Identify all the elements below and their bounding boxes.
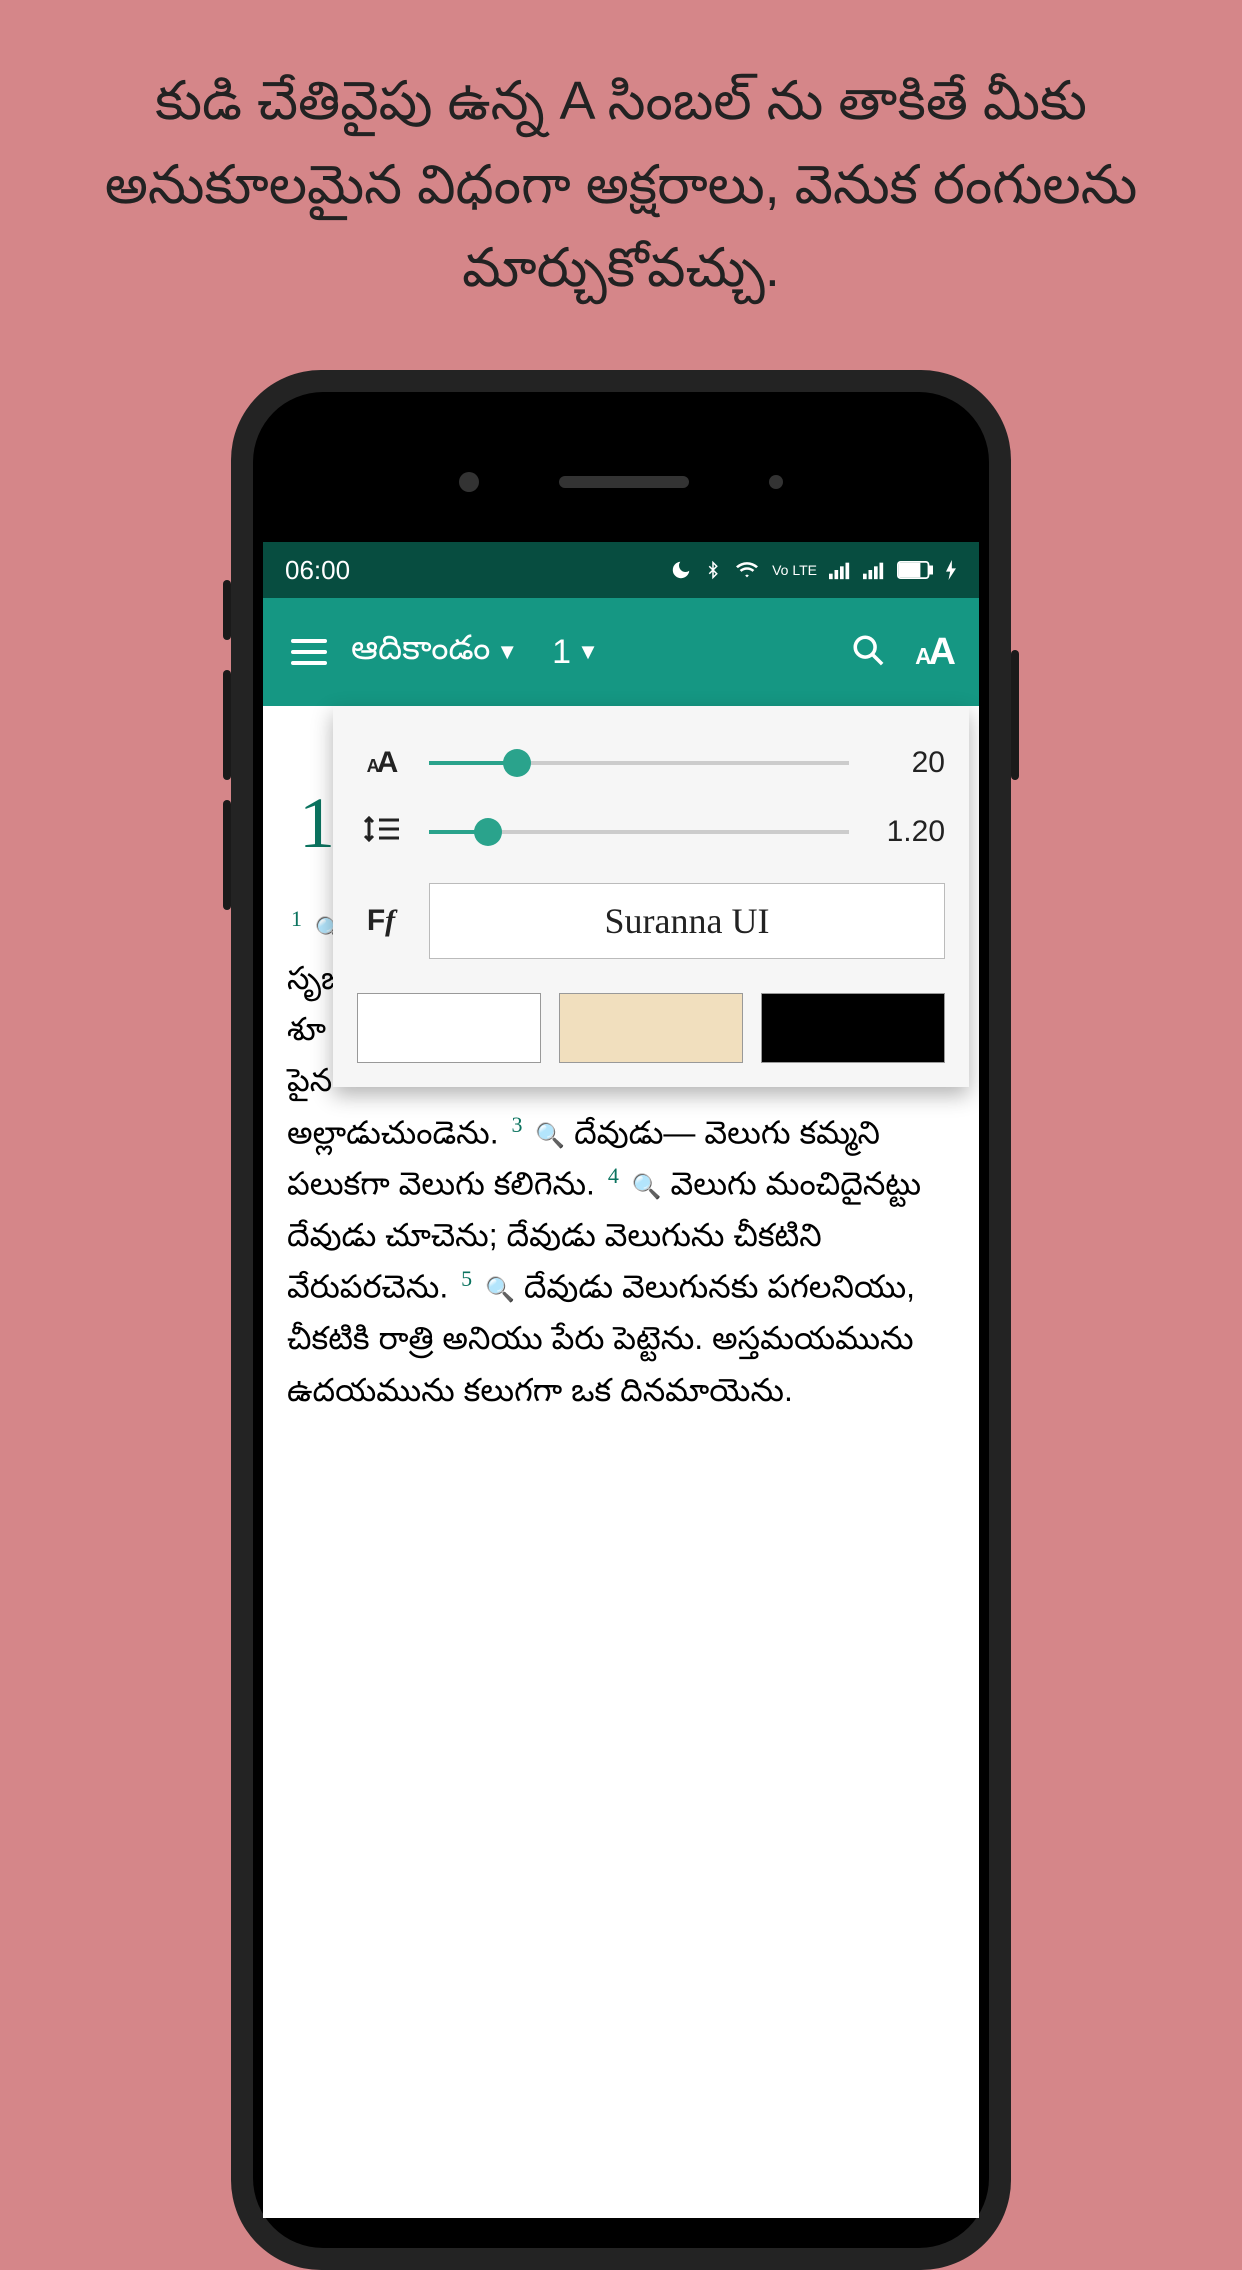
status-time: 06:00 (285, 555, 350, 586)
menu-button[interactable] (281, 629, 337, 675)
font-size-icon: AA (357, 746, 405, 780)
book-selector[interactable]: ఆదికాండం ▼ (351, 629, 518, 676)
book-name: ఆదికాండం (351, 629, 490, 676)
chevron-down-icon: ▼ (577, 639, 599, 665)
promo-caption: కుడి చేతివైపు ఉన్న A సింబల్ ను తాకితే మీ… (0, 0, 1242, 331)
wifi-icon (734, 559, 760, 581)
chapter-selector[interactable]: 1 ▼ (552, 633, 599, 672)
moon-icon (670, 559, 692, 581)
phone-notch (253, 422, 989, 542)
verse-text: అల్లాడుచుండెను. (287, 1114, 499, 1150)
battery-icon (897, 561, 933, 579)
search-button[interactable] (843, 625, 893, 680)
phone-screen: 06:00 Vo LTE (263, 542, 979, 2218)
verse-number: 4 (608, 1163, 619, 1188)
font-family-icon: Ff (357, 904, 405, 938)
volte-icon: Vo LTE (772, 563, 817, 577)
font-size-slider[interactable] (429, 753, 849, 773)
signal-icon-2 (863, 560, 885, 580)
font-family-select[interactable]: Suranna UI (429, 883, 945, 959)
magnifier-icon[interactable]: 🔍 (535, 1122, 565, 1149)
verse-number: 1 (291, 906, 302, 931)
chevron-down-icon: ▼ (496, 639, 518, 665)
verse-text: శూ (287, 1011, 326, 1047)
app-bar: ఆదికాండం ▼ 1 ▼ AA (263, 598, 979, 706)
charging-icon (945, 560, 957, 580)
chapter-number: 1 (552, 633, 571, 672)
signal-icon-1 (829, 560, 851, 580)
line-spacing-slider[interactable] (429, 822, 849, 842)
phone-button-vol-down (223, 800, 231, 910)
text-settings-popover: AA 20 (333, 706, 969, 1087)
phone-button-power (1011, 650, 1019, 780)
theme-swatch-sepia[interactable] (559, 993, 743, 1063)
phone-frame: 06:00 Vo LTE (231, 370, 1011, 2270)
line-spacing-icon (357, 814, 405, 849)
font-size-value: 20 (873, 746, 945, 780)
magnifier-icon[interactable]: 🔍 (485, 1277, 515, 1304)
status-bar: 06:00 Vo LTE (263, 542, 979, 598)
theme-swatch-light[interactable] (357, 993, 541, 1063)
phone-button-mute (223, 580, 231, 640)
verse-number: 5 (461, 1266, 472, 1291)
verse-text: పైన (287, 1062, 332, 1098)
phone-button-vol-up (223, 670, 231, 780)
text-settings-button[interactable]: AA (907, 623, 961, 682)
bluetooth-icon (704, 559, 722, 581)
verse-number: 3 (511, 1112, 522, 1137)
theme-swatch-dark[interactable] (761, 993, 945, 1063)
magnifier-icon[interactable]: 🔍 (632, 1174, 662, 1201)
line-spacing-value: 1.20 (873, 815, 945, 849)
